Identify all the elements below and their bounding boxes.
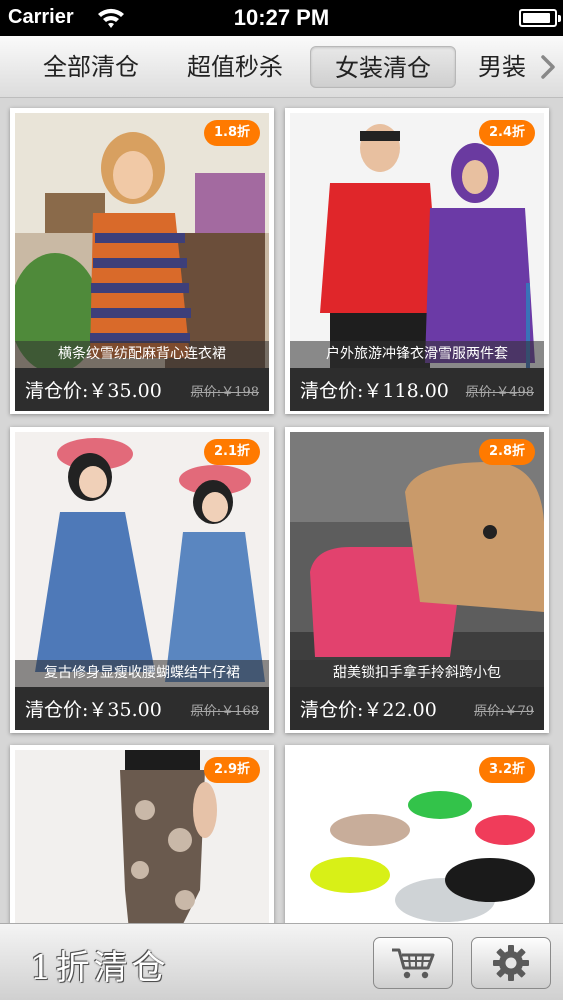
product-title: 复古修身显瘦收腰蝴蝶结牛仔裙: [15, 660, 269, 687]
bottom-toolbar: 1折清仓: [0, 923, 563, 1000]
battery-icon: [519, 9, 561, 27]
discount-badge: 2.1折: [203, 439, 260, 465]
tab-all-clearance[interactable]: 全部清仓: [22, 46, 160, 88]
product-title: 甜美锁扣手拿手拎斜跨小包: [290, 660, 544, 687]
product-card[interactable]: 2.8折 甜美锁扣手拿手拎斜跨小包 清仓价:￥22.00 原价:￥79: [285, 427, 549, 733]
clearance-price: 清仓价:￥35.00: [25, 699, 162, 721]
product-card[interactable]: 2.1折 复古修身显瘦收腰蝴蝶结牛仔裙 清仓价:￥35.00 原价:￥168: [10, 427, 274, 733]
product-title: 户外旅游冲锋衣滑雪服两件套: [290, 341, 544, 368]
original-price: 原价:￥79: [474, 704, 534, 719]
product-card[interactable]: 1.8折 横条纹雪纺配麻背心连衣裙 清仓价:￥35.00 原价:￥198: [10, 108, 274, 414]
discount-badge: 2.9折: [203, 757, 260, 783]
app-title: 1折清仓: [30, 948, 170, 988]
discount-badge: 1.8折: [203, 120, 260, 146]
tab-mens[interactable]: 男装: [466, 46, 538, 88]
chevron-right-icon[interactable]: [538, 54, 558, 80]
price-bar: 清仓价:￥35.00 原价:￥168: [15, 687, 269, 730]
original-price: 原价:￥498: [465, 385, 534, 400]
settings-button[interactable]: [471, 937, 551, 989]
clock: 10:27 PM: [233, 5, 330, 30]
tab-womens-clearance[interactable]: 女装清仓: [310, 46, 456, 88]
discount-badge: 2.8折: [478, 439, 535, 465]
cart-button[interactable]: [373, 937, 453, 989]
clearance-price: 清仓价:￥35.00: [25, 380, 162, 402]
shopping-cart-icon: [392, 948, 435, 979]
discount-badge: 2.4折: [478, 120, 535, 146]
product-title: 横条纹雪纺配麻背心连衣裙: [15, 341, 269, 368]
original-price: 原价:￥198: [190, 385, 259, 400]
status-bar: Carrier 10:27 PM: [0, 0, 563, 36]
product-grid: 1.8折 横条纹雪纺配麻背心连衣裙 清仓价:￥35.00 原价:￥198 2.4…: [0, 98, 563, 923]
product-card[interactable]: 2.4折 户外旅游冲锋衣滑雪服两件套 清仓价:￥118.00 原价:￥498: [285, 108, 549, 414]
tab-flash-sale[interactable]: 超值秒杀: [166, 46, 304, 88]
category-tab-bar: 全部清仓 超值秒杀 女装清仓 男装: [0, 36, 563, 98]
clearance-price: 清仓价:￥22.00: [300, 699, 437, 721]
discount-badge: 3.2折: [478, 757, 535, 783]
product-card[interactable]: 2.9折: [10, 745, 274, 923]
clearance-price: 清仓价:￥118.00: [300, 380, 449, 402]
price-bar: 清仓价:￥22.00 原价:￥79: [290, 687, 544, 730]
price-bar: 清仓价:￥35.00 原价:￥198: [15, 368, 269, 411]
price-bar: 清仓价:￥118.00 原价:￥498: [290, 368, 544, 411]
gear-icon: [493, 945, 529, 981]
original-price: 原价:￥168: [190, 704, 259, 719]
product-card[interactable]: 3.2折: [285, 745, 549, 923]
